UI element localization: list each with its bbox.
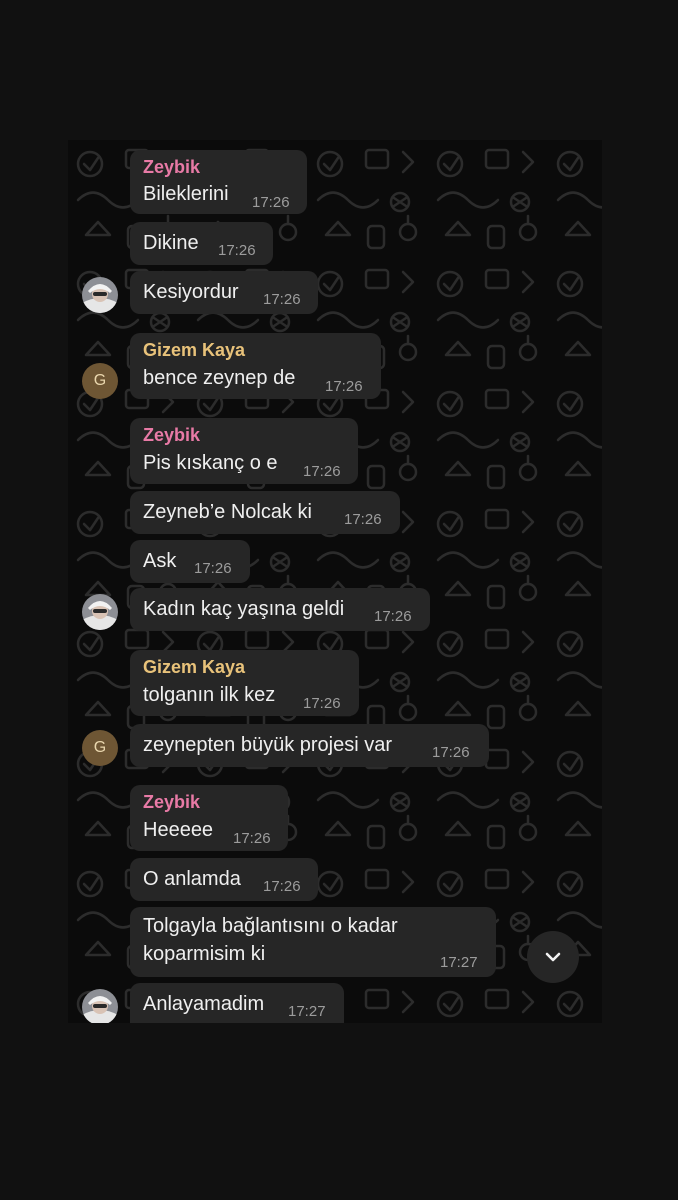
message-time: 17:26	[233, 830, 271, 847]
message-bubble[interactable]: Zeyneb’e Nolcak ki 17:26	[130, 491, 400, 534]
message-bubble[interactable]: Zeybik Pis kıskanç o e 17:26	[130, 418, 358, 484]
message-text: Anlayamadim	[143, 993, 265, 1015]
user-photo-icon	[82, 277, 118, 313]
message-bubble[interactable]: Dikine 17:26	[130, 222, 273, 265]
message-time: 17:26	[325, 378, 363, 395]
message-time: 17:26	[374, 608, 412, 625]
message-text: Heeeee	[143, 819, 214, 841]
message-text: Zeyneb’e Nolcak ki	[143, 501, 312, 523]
scroll-down-button[interactable]	[527, 931, 579, 983]
message-time: 17:26	[344, 511, 382, 528]
message-time: 17:26	[252, 194, 290, 211]
message-bubble[interactable]: zeynepten büyük projesi var 17:26	[130, 724, 489, 767]
message-time: 17:26	[263, 291, 301, 308]
message-time: 17:27	[440, 954, 478, 971]
chat-panel[interactable]: Zeybik Bileklerini 17:26 Dikine 17:26 Ke…	[68, 140, 602, 1023]
message-text: Kadın kaç yaşına geldi	[143, 598, 345, 620]
user-photo-icon	[82, 989, 118, 1023]
message-time: 17:26	[432, 744, 470, 761]
avatar[interactable]	[82, 594, 118, 630]
message-text: Ask	[143, 550, 177, 572]
message-bubble[interactable]: Ask 17:26	[130, 540, 250, 583]
chevron-down-icon	[545, 952, 561, 962]
avatar[interactable]: G	[82, 730, 118, 766]
sender-name: Gizem Kaya	[143, 340, 246, 360]
message-time: 17:26	[194, 560, 232, 577]
user-photo-icon	[82, 594, 118, 630]
message-time: 17:26	[303, 463, 341, 480]
message-text: bence zeynep de	[143, 367, 296, 389]
message-bubble[interactable]: Anlayamadim 17:27	[130, 983, 344, 1023]
message-time: 17:26	[263, 878, 301, 895]
message-text: Bileklerini	[143, 183, 229, 205]
message-text-line2: koparmisim ki	[143, 943, 266, 965]
sender-name: Zeybik	[143, 157, 201, 177]
message-text: O anlamda	[143, 868, 241, 890]
sender-name: Zeybik	[143, 792, 201, 812]
message-text: Pis kıskanç o e	[143, 452, 278, 474]
avatar[interactable]	[82, 989, 118, 1023]
message-time: 17:26	[218, 242, 256, 259]
sender-name: Zeybik	[143, 425, 201, 445]
sender-name: Gizem Kaya	[143, 657, 246, 677]
message-bubble[interactable]: O anlamda 17:26	[130, 858, 318, 901]
message-time: 17:26	[303, 695, 341, 712]
message-bubble[interactable]: Gizem Kaya tolganın ilk kez 17:26	[130, 650, 359, 716]
message-text: Kesiyordur	[143, 281, 239, 303]
message-text: Tolgayla bağlantısını o kadar	[143, 915, 398, 937]
message-bubble[interactable]: Tolgayla bağlantısını o kadar koparmisim…	[130, 907, 496, 977]
message-bubble[interactable]: Kesiyordur 17:26	[130, 271, 318, 314]
avatar[interactable]	[82, 277, 118, 313]
message-text: zeynepten büyük projesi var	[143, 734, 393, 756]
message-bubble[interactable]: Gizem Kaya bence zeynep de 17:26	[130, 333, 381, 399]
message-bubble[interactable]: Zeybik Heeeee 17:26	[130, 785, 288, 851]
message-text: Dikine	[143, 232, 199, 254]
message-time: 17:27	[288, 1003, 326, 1020]
message-text: tolganın ilk kez	[143, 684, 276, 706]
message-bubble[interactable]: Kadın kaç yaşına geldi 17:26	[130, 588, 430, 631]
message-bubble[interactable]: Zeybik Bileklerini 17:26	[130, 150, 307, 214]
avatar[interactable]: G	[82, 363, 118, 399]
